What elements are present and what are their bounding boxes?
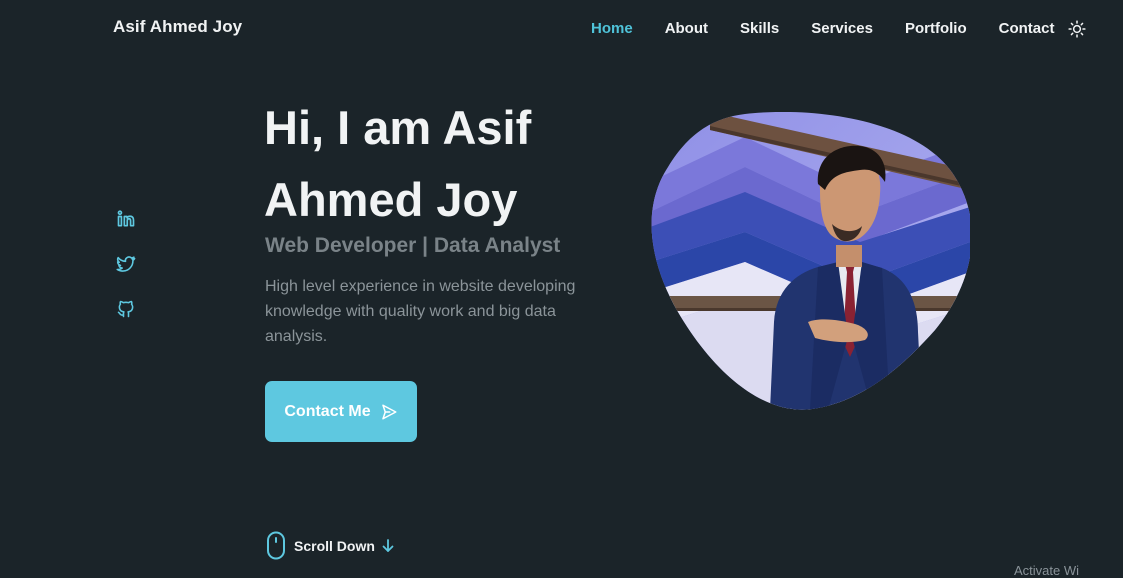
brand-logo[interactable]: Asif Ahmed Joy xyxy=(113,17,242,37)
nav-about[interactable]: About xyxy=(665,20,708,37)
nav-services[interactable]: Services xyxy=(811,20,873,37)
hero-title: Hi, I am Asif Ahmed Joy xyxy=(264,92,624,236)
profile-photo xyxy=(650,112,970,410)
hero-title-line-1: Hi, I am Asif xyxy=(264,101,532,154)
nav-portfolio[interactable]: Portfolio xyxy=(905,20,967,37)
arrow-down-icon xyxy=(382,538,394,552)
nav-home[interactable]: Home xyxy=(591,20,633,37)
scroll-down-label: Scroll Down xyxy=(294,537,375,554)
hero-description: High level experience in website develop… xyxy=(265,278,576,345)
social-links xyxy=(116,209,136,344)
contact-me-button[interactable]: Contact Me xyxy=(265,381,417,442)
github-icon[interactable] xyxy=(116,299,136,319)
nav-contact[interactable]: Contact xyxy=(999,20,1055,37)
hero-subtitle: Web Developer | Data Analyst xyxy=(265,234,561,257)
send-icon xyxy=(381,404,397,419)
linkedin-icon[interactable] xyxy=(116,209,136,229)
hero-title-line-2: Ahmed Joy xyxy=(264,173,518,226)
sun-icon[interactable] xyxy=(1068,20,1087,38)
nav-skills[interactable]: Skills xyxy=(740,20,779,37)
mouse-icon xyxy=(267,531,285,560)
twitter-icon[interactable] xyxy=(116,254,136,274)
main-nav: Home About Skills Services Portfolio Con… xyxy=(591,19,1087,38)
scroll-down-link[interactable]: Scroll Down xyxy=(266,531,394,560)
contact-me-label: Contact Me xyxy=(284,402,371,420)
